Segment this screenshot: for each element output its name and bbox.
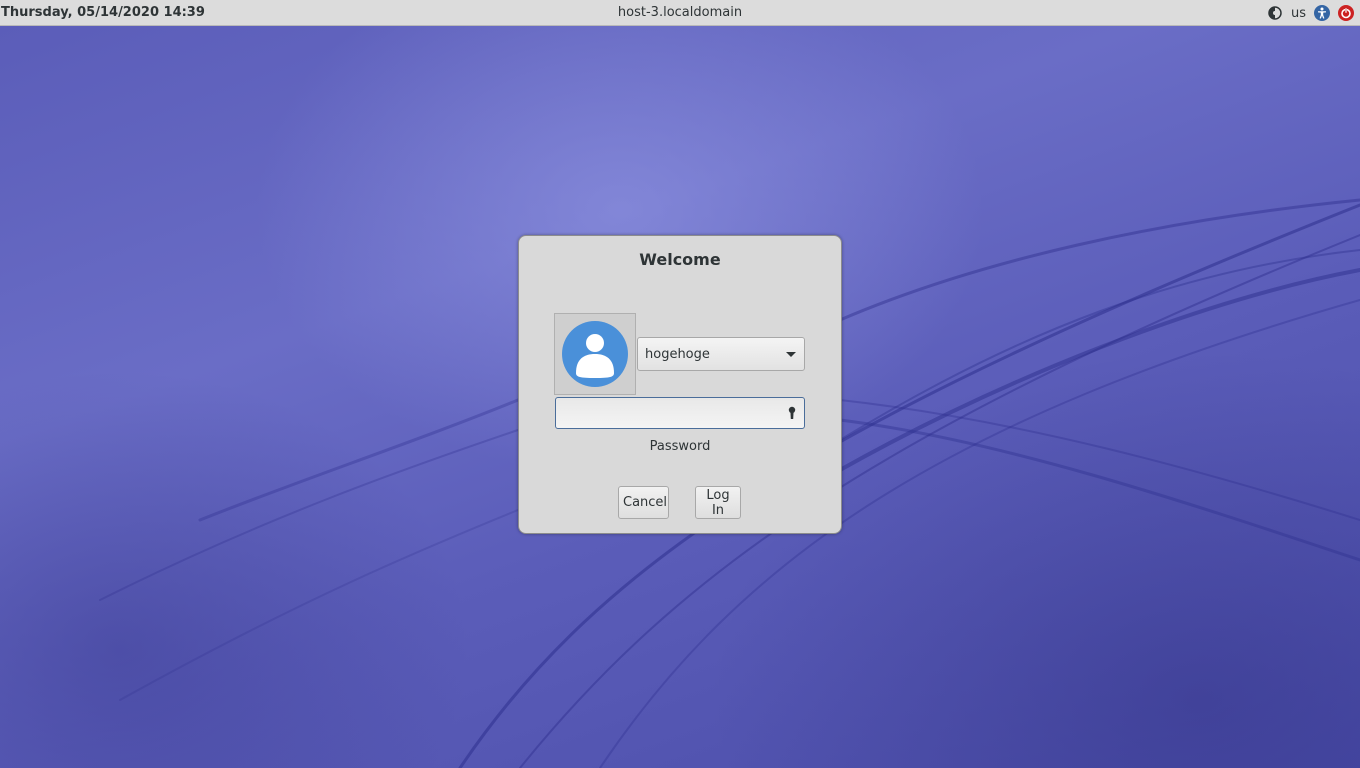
keyhole-icon xyxy=(788,406,796,419)
top-panel: Thursday, 05/14/2020 14:39 host-3.locald… xyxy=(0,0,1360,26)
system-tray: us xyxy=(1267,4,1354,22)
user-select-value: hogehoge xyxy=(645,347,710,362)
accessibility-icon[interactable] xyxy=(1314,5,1330,21)
keyboard-layout-indicator[interactable]: us xyxy=(1291,6,1306,21)
power-icon[interactable] xyxy=(1338,5,1354,21)
chevron-down-icon xyxy=(786,352,796,357)
dialog-title: Welcome xyxy=(639,250,721,269)
password-field[interactable] xyxy=(555,397,805,429)
login-dialog: Welcome hogehoge Password Cancel Log In xyxy=(518,235,842,534)
hostname-label: host-3.localdomain xyxy=(617,5,743,20)
user-icon xyxy=(576,334,614,378)
desktop-background: Thursday, 05/14/2020 14:39 host-3.locald… xyxy=(0,0,1360,768)
avatar xyxy=(562,321,628,387)
display-icon[interactable] xyxy=(1267,5,1283,21)
password-label: Password xyxy=(649,439,711,454)
cancel-button[interactable]: Cancel xyxy=(618,486,669,519)
user-avatar-frame xyxy=(554,313,636,395)
user-select[interactable]: hogehoge xyxy=(637,337,805,371)
login-button[interactable]: Log In xyxy=(695,486,741,519)
password-input[interactable] xyxy=(560,402,780,426)
